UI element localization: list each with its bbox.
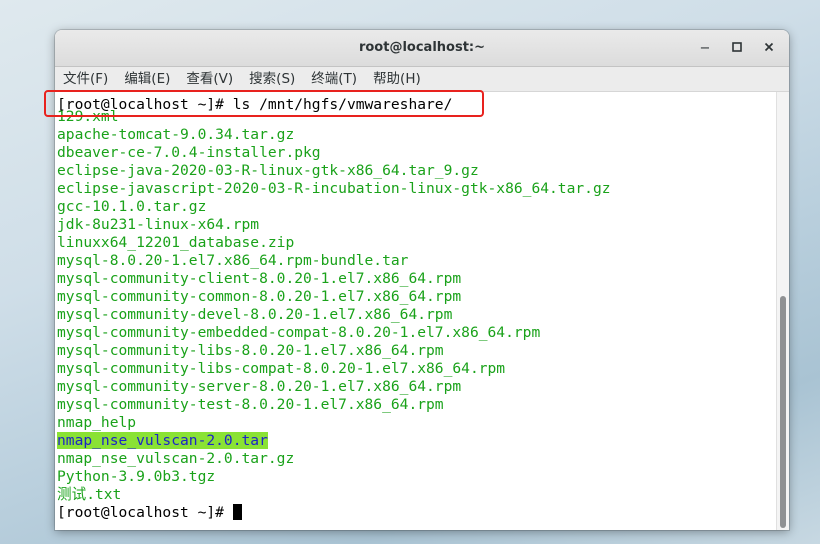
file-entry: dbeaver-ce-7.0.4-installer.pkg — [57, 144, 321, 162]
maximize-button[interactable] — [727, 38, 747, 58]
menu-bar: 文件(F) 编辑(E) 查看(V) 搜索(S) 终端(T) 帮助(H) — [55, 67, 789, 92]
file-entry: mysql-community-libs-8.0.20-1.el7.x86_64… — [57, 342, 444, 360]
file-name: mysql-community-common-8.0.20-1.el7.x86_… — [57, 288, 462, 305]
file-name: gcc-10.1.0.tar.gz — [57, 198, 207, 215]
final-prompt-line: [root@localhost ~]# — [57, 504, 242, 522]
file-name: 测试.txt — [57, 486, 122, 503]
window-title: root@localhost:~ — [358, 40, 486, 55]
file-entry: nmap_nse_vulscan-2.0.tar.gz — [57, 450, 294, 468]
file-name: nmap_nse_vulscan-2.0.tar.gz — [57, 450, 295, 467]
file-entry: apache-tomcat-9.0.34.tar.gz — [57, 126, 294, 144]
close-icon — [764, 41, 774, 56]
file-name: dbeaver-ce-7.0.4-installer.pkg — [57, 144, 321, 161]
file-name: nmap_nse_vulscan-2.0.tar — [57, 432, 268, 449]
file-entry: mysql-community-embedded-compat-8.0.20-1… — [57, 324, 540, 342]
scrollbar-thumb[interactable] — [780, 296, 786, 528]
file-entry: Python-3.9.0b3.tgz — [57, 468, 215, 486]
menu-file[interactable]: 文件(F) — [55, 67, 116, 91]
menu-terminal[interactable]: 终端(T) — [303, 67, 365, 91]
file-name: jdk-8u231-linux-x64.rpm — [57, 216, 260, 233]
file-name: mysql-community-devel-8.0.20-1.el7.x86_6… — [57, 306, 453, 323]
minimize-icon: − — [699, 40, 711, 56]
title-bar[interactable]: root@localhost:~ − — [55, 30, 789, 67]
menu-search[interactable]: 搜索(S) — [241, 67, 303, 91]
file-name: mysql-community-embedded-compat-8.0.20-1… — [57, 324, 541, 341]
annotation-highlight-box — [44, 90, 484, 117]
file-entry: linuxx64_12201_database.zip — [57, 234, 294, 252]
file-entry: mysql-community-client-8.0.20-1.el7.x86_… — [57, 270, 461, 288]
file-entry: mysql-community-common-8.0.20-1.el7.x86_… — [57, 288, 461, 306]
file-name: eclipse-java-2020-03-R-linux-gtk-x86_64.… — [57, 162, 479, 179]
prompt-text: [root@localhost ~]# — [57, 504, 233, 521]
file-entry: mysql-community-test-8.0.20-1.el7.x86_64… — [57, 396, 444, 414]
file-entry: mysql-8.0.20-1.el7.x86_64.rpm-bundle.tar — [57, 252, 408, 270]
file-name: nmap_help — [57, 414, 137, 431]
file-name: mysql-community-test-8.0.20-1.el7.x86_64… — [57, 396, 444, 413]
minimize-button[interactable]: − — [695, 38, 715, 58]
menu-view[interactable]: 查看(V) — [178, 67, 241, 91]
maximize-icon — [732, 41, 742, 56]
file-entry: eclipse-java-2020-03-R-linux-gtk-x86_64.… — [57, 162, 479, 180]
file-entry: 测试.txt — [57, 486, 121, 504]
file-entry: nmap_help — [57, 414, 136, 432]
file-name: eclipse-javascript-2020-03-R-incubation-… — [57, 180, 611, 197]
menu-help[interactable]: 帮助(H) — [365, 67, 429, 91]
file-name: mysql-8.0.20-1.el7.x86_64.rpm-bundle.tar — [57, 252, 409, 269]
file-entry: mysql-community-server-8.0.20-1.el7.x86_… — [57, 378, 461, 396]
text-cursor — [232, 504, 242, 520]
file-name: mysql-community-client-8.0.20-1.el7.x86_… — [57, 270, 462, 287]
terminal-output[interactable]: [root@localhost ~]# ls /mnt/hgfs/vmwares… — [55, 92, 776, 530]
file-entry: gcc-10.1.0.tar.gz — [57, 198, 206, 216]
close-button[interactable] — [759, 38, 779, 58]
menu-edit[interactable]: 编辑(E) — [116, 67, 178, 91]
file-name: mysql-community-libs-compat-8.0.20-1.el7… — [57, 360, 506, 377]
file-entry: eclipse-javascript-2020-03-R-incubation-… — [57, 180, 611, 198]
file-name: mysql-community-libs-8.0.20-1.el7.x86_64… — [57, 342, 444, 359]
file-entry: mysql-community-libs-compat-8.0.20-1.el7… — [57, 360, 505, 378]
file-entry: nmap_nse_vulscan-2.0.tar — [57, 432, 268, 450]
file-name: apache-tomcat-9.0.34.tar.gz — [57, 126, 295, 143]
file-name: linuxx64_12201_database.zip — [57, 234, 295, 251]
file-name: Python-3.9.0b3.tgz — [57, 468, 216, 485]
file-name: mysql-community-server-8.0.20-1.el7.x86_… — [57, 378, 462, 395]
file-entry: jdk-8u231-linux-x64.rpm — [57, 216, 259, 234]
file-entry: mysql-community-devel-8.0.20-1.el7.x86_6… — [57, 306, 452, 324]
vertical-scrollbar[interactable] — [776, 92, 789, 530]
